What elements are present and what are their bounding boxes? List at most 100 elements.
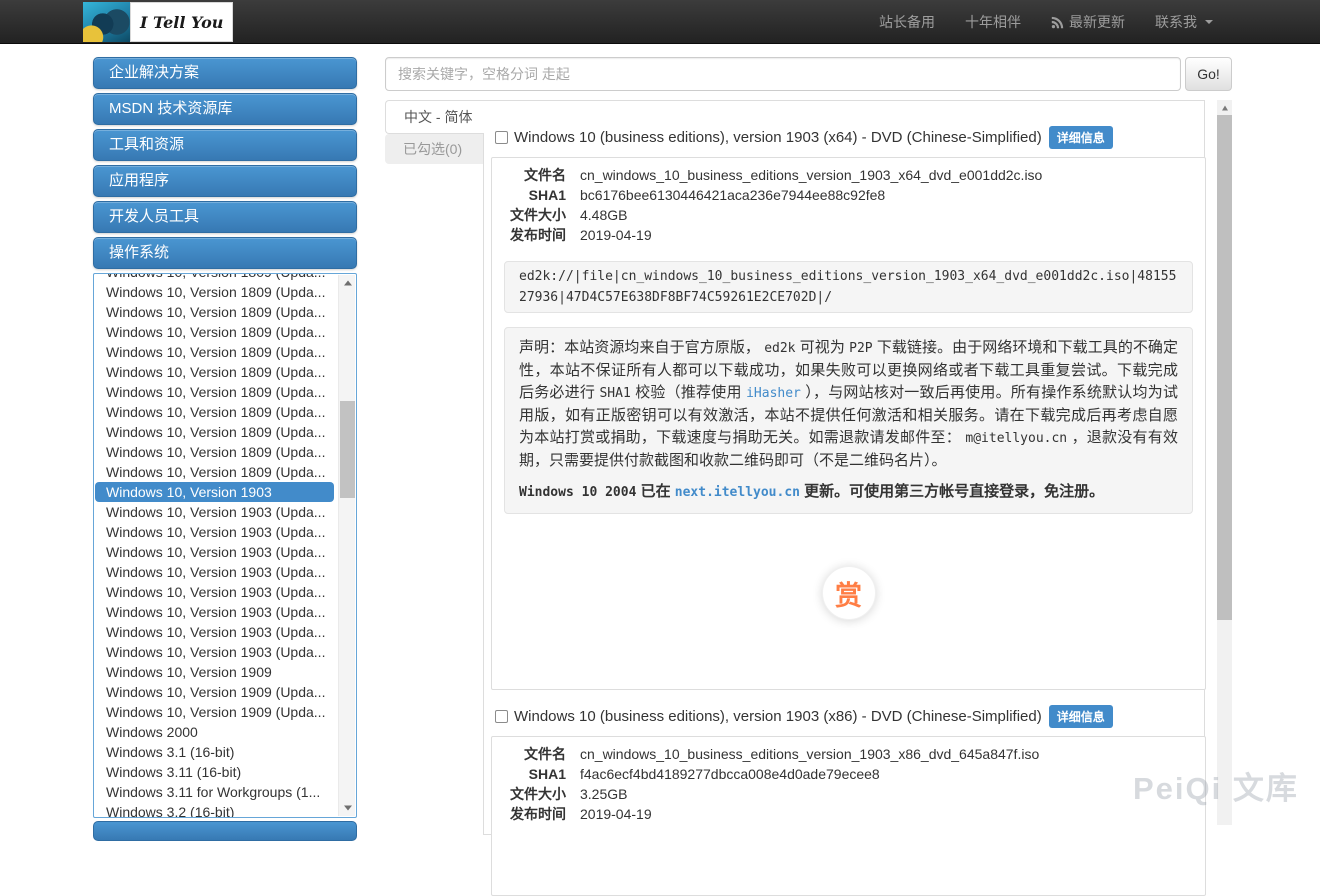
version-item[interactable]: Windows 10, Version 1903 (Upda... [95,542,337,562]
notice-segment: 校验（推荐使用 [635,384,742,401]
main-scrollbar-thumb[interactable] [1217,115,1232,620]
scroll-up-arrow-icon[interactable] [1217,100,1232,115]
field-value: bc6176bee6130446421aca236e7944ee88c92fe8 [580,185,885,205]
details-info-button[interactable]: 详细信息 [1049,126,1113,149]
version-item[interactable]: Windows 10, Version 1809 (Upda... [95,282,337,302]
notice-segment: 可视为 [800,339,845,356]
version-item[interactable]: Windows 10, Version 1903 (Upda... [95,522,337,542]
field-value: f4ac6ecf4bd4189277dbcca008e4d0ade79ecee8 [580,764,880,784]
notice-segment: P2P [849,341,872,356]
nav-link-latest-updates[interactable]: 最新更新 [1036,0,1140,44]
scroll-down-arrow-icon[interactable] [339,800,356,816]
notice-segment[interactable]: next.itellyou.cn [675,485,800,500]
entry-detail-panel: 文件名 cn_windows_10_business_editions_vers… [491,736,1206,896]
field-label: 发布时间 [504,225,566,245]
scroll-up-arrow-icon[interactable] [339,275,356,291]
version-item[interactable]: Windows 10, Version 1909 [95,662,337,682]
notice-segment: ed2k [764,341,795,356]
version-item[interactable]: Windows 10, Version 1809 (Upda... [95,274,337,282]
field-label: 发布时间 [504,804,566,824]
search-go-button[interactable]: Go! [1185,57,1232,91]
version-item[interactable]: Windows 10, Version 1809 (Upda... [95,382,337,402]
field-row: 文件大小 3.25GB [504,784,1193,804]
version-item[interactable]: Windows 10, Version 1809 (Upda... [95,442,337,462]
category-button[interactable]: 操作系统 [93,237,357,269]
version-item[interactable]: Windows 10, Version 1809 (Upda... [95,322,337,342]
field-row: SHA1 bc6176bee6130446421aca236e7944ee88c… [504,185,1193,205]
category-button[interactable]: 应用程序 [93,165,357,197]
field-label: SHA1 [504,185,566,205]
main-scrollbar[interactable] [1217,100,1232,825]
donate-reward-glyph: 赏 [835,574,862,613]
field-value: 4.48GB [580,205,627,225]
details-info-button[interactable]: 详细信息 [1049,705,1113,728]
version-item[interactable]: Windows 10, Version 1903 [95,482,334,502]
field-row: 发布时间 2019-04-19 [504,804,1193,824]
brand[interactable]: I Tell You [83,2,233,42]
version-list: Windows 10, Version 1809 (Upda... Window… [95,274,337,817]
field-value: 2019-04-19 [580,225,652,245]
version-item[interactable]: Windows 3.1 (16-bit) [95,742,337,762]
version-item[interactable]: Windows 10, Version 1809 (Upda... [95,302,337,322]
nav-link-ten-years[interactable]: 十年相伴 [950,0,1036,44]
category-button[interactable]: MSDN 技术资源库 [93,93,357,125]
tab-checked-items[interactable]: 已勾选(0) [385,134,483,164]
version-item[interactable]: Windows 3.11 for Workgroups (1... [95,782,337,802]
list-scrollbar-thumb[interactable] [340,401,355,498]
category-buttons: 企业解决方案 MSDN 技术资源库 工具和资源 应用程序 开发人员工具 操作系统 [93,57,357,269]
field-row: 文件名 cn_windows_10_business_editions_vers… [504,165,1193,185]
version-item[interactable]: Windows 10, Version 1809 (Upda... [95,422,337,442]
version-item[interactable]: Windows 10, Version 1903 (Upda... [95,642,337,662]
category-button[interactable]: 开发人员工具 [93,201,357,233]
version-item[interactable]: Windows 3.2 (16-bit) [95,802,337,817]
version-item[interactable]: Windows 10, Version 1909 (Upda... [95,682,337,702]
version-item[interactable]: Windows 10, Version 1809 (Upda... [95,362,337,382]
nav-link-webmaster-backup[interactable]: 站长备用 [864,0,950,44]
search-input[interactable] [385,57,1181,91]
file-fields: 文件名 cn_windows_10_business_editions_vers… [504,744,1193,824]
version-item[interactable]: Windows 3.11 (16-bit) [95,762,337,782]
sidebar: 企业解决方案 MSDN 技术资源库 工具和资源 应用程序 开发人员工具 操作系统 [93,57,357,841]
top-navbar: I Tell You 站长备用 十年相伴 最新更新 联系我 [0,0,1320,44]
tab-content-panel: Windows 10 (business editions), version … [483,100,1205,835]
tab-chinese-simplified[interactable]: 中文 - 简体 [385,100,484,134]
list-scrollbar[interactable] [338,275,355,816]
donate-button[interactable]: 赏 [822,566,876,620]
nav-links: 站长备用 十年相伴 最新更新 联系我 [864,0,1228,44]
entry-row: Windows 10 (business editions), version … [495,128,1196,146]
search-bar: Go! [385,57,1232,91]
entry-title: Windows 10 (business editions), version … [514,129,1042,146]
partial-category-button[interactable] [93,821,357,841]
rss-icon [1051,16,1064,29]
disclaimer-box: 声明：本站资源均来自于官方原版， ed2k 可视为 P2P 下载链接。由于网络环… [504,327,1193,514]
field-row: 文件大小 4.48GB [504,205,1193,225]
field-row: SHA1 f4ac6ecf4bd4189277dbcca008e4d0ade79… [504,764,1193,784]
brand-title: I Tell You [130,2,233,42]
field-label: 文件名 [504,744,566,764]
ed2k-download-link[interactable]: ed2k://|file|cn_windows_10_business_edit… [504,261,1193,313]
entry-checkbox[interactable] [495,131,508,144]
entry-checkbox[interactable] [495,710,508,723]
version-item[interactable]: Windows 10, Version 1809 (Upda... [95,342,337,362]
version-item[interactable]: Windows 10, Version 1903 (Upda... [95,602,337,622]
notice-segment: 已在 [641,483,671,500]
nav-link-contact[interactable]: 联系我 [1140,0,1228,44]
category-button[interactable]: 企业解决方案 [93,57,357,89]
caret-down-icon [1205,20,1213,24]
file-fields: 文件名 cn_windows_10_business_editions_vers… [504,165,1193,245]
version-item[interactable]: Windows 2000 [95,722,337,742]
version-item[interactable]: Windows 10, Version 1903 (Upda... [95,582,337,602]
version-item[interactable]: Windows 10, Version 1903 (Upda... [95,502,337,522]
category-button[interactable]: 工具和资源 [93,129,357,161]
notice-segment: 声明：本站资源均来自于官方原版， [519,339,760,356]
version-item[interactable]: Windows 10, Version 1909 (Upda... [95,702,337,722]
version-item[interactable]: Windows 10, Version 1809 (Upda... [95,462,337,482]
notice-segment[interactable]: iHasher [746,386,801,401]
notice-segment: Windows 10 2004 [519,485,636,500]
version-item[interactable]: Windows 10, Version 1903 (Upda... [95,562,337,582]
notice-segment: 更新。可使用第三方帐号直接登录，免注册。 [804,483,1104,500]
version-item[interactable]: Windows 10, Version 1903 (Upda... [95,622,337,642]
field-label: 文件大小 [504,784,566,804]
field-label: 文件名 [504,165,566,185]
version-item[interactable]: Windows 10, Version 1809 (Upda... [95,402,337,422]
